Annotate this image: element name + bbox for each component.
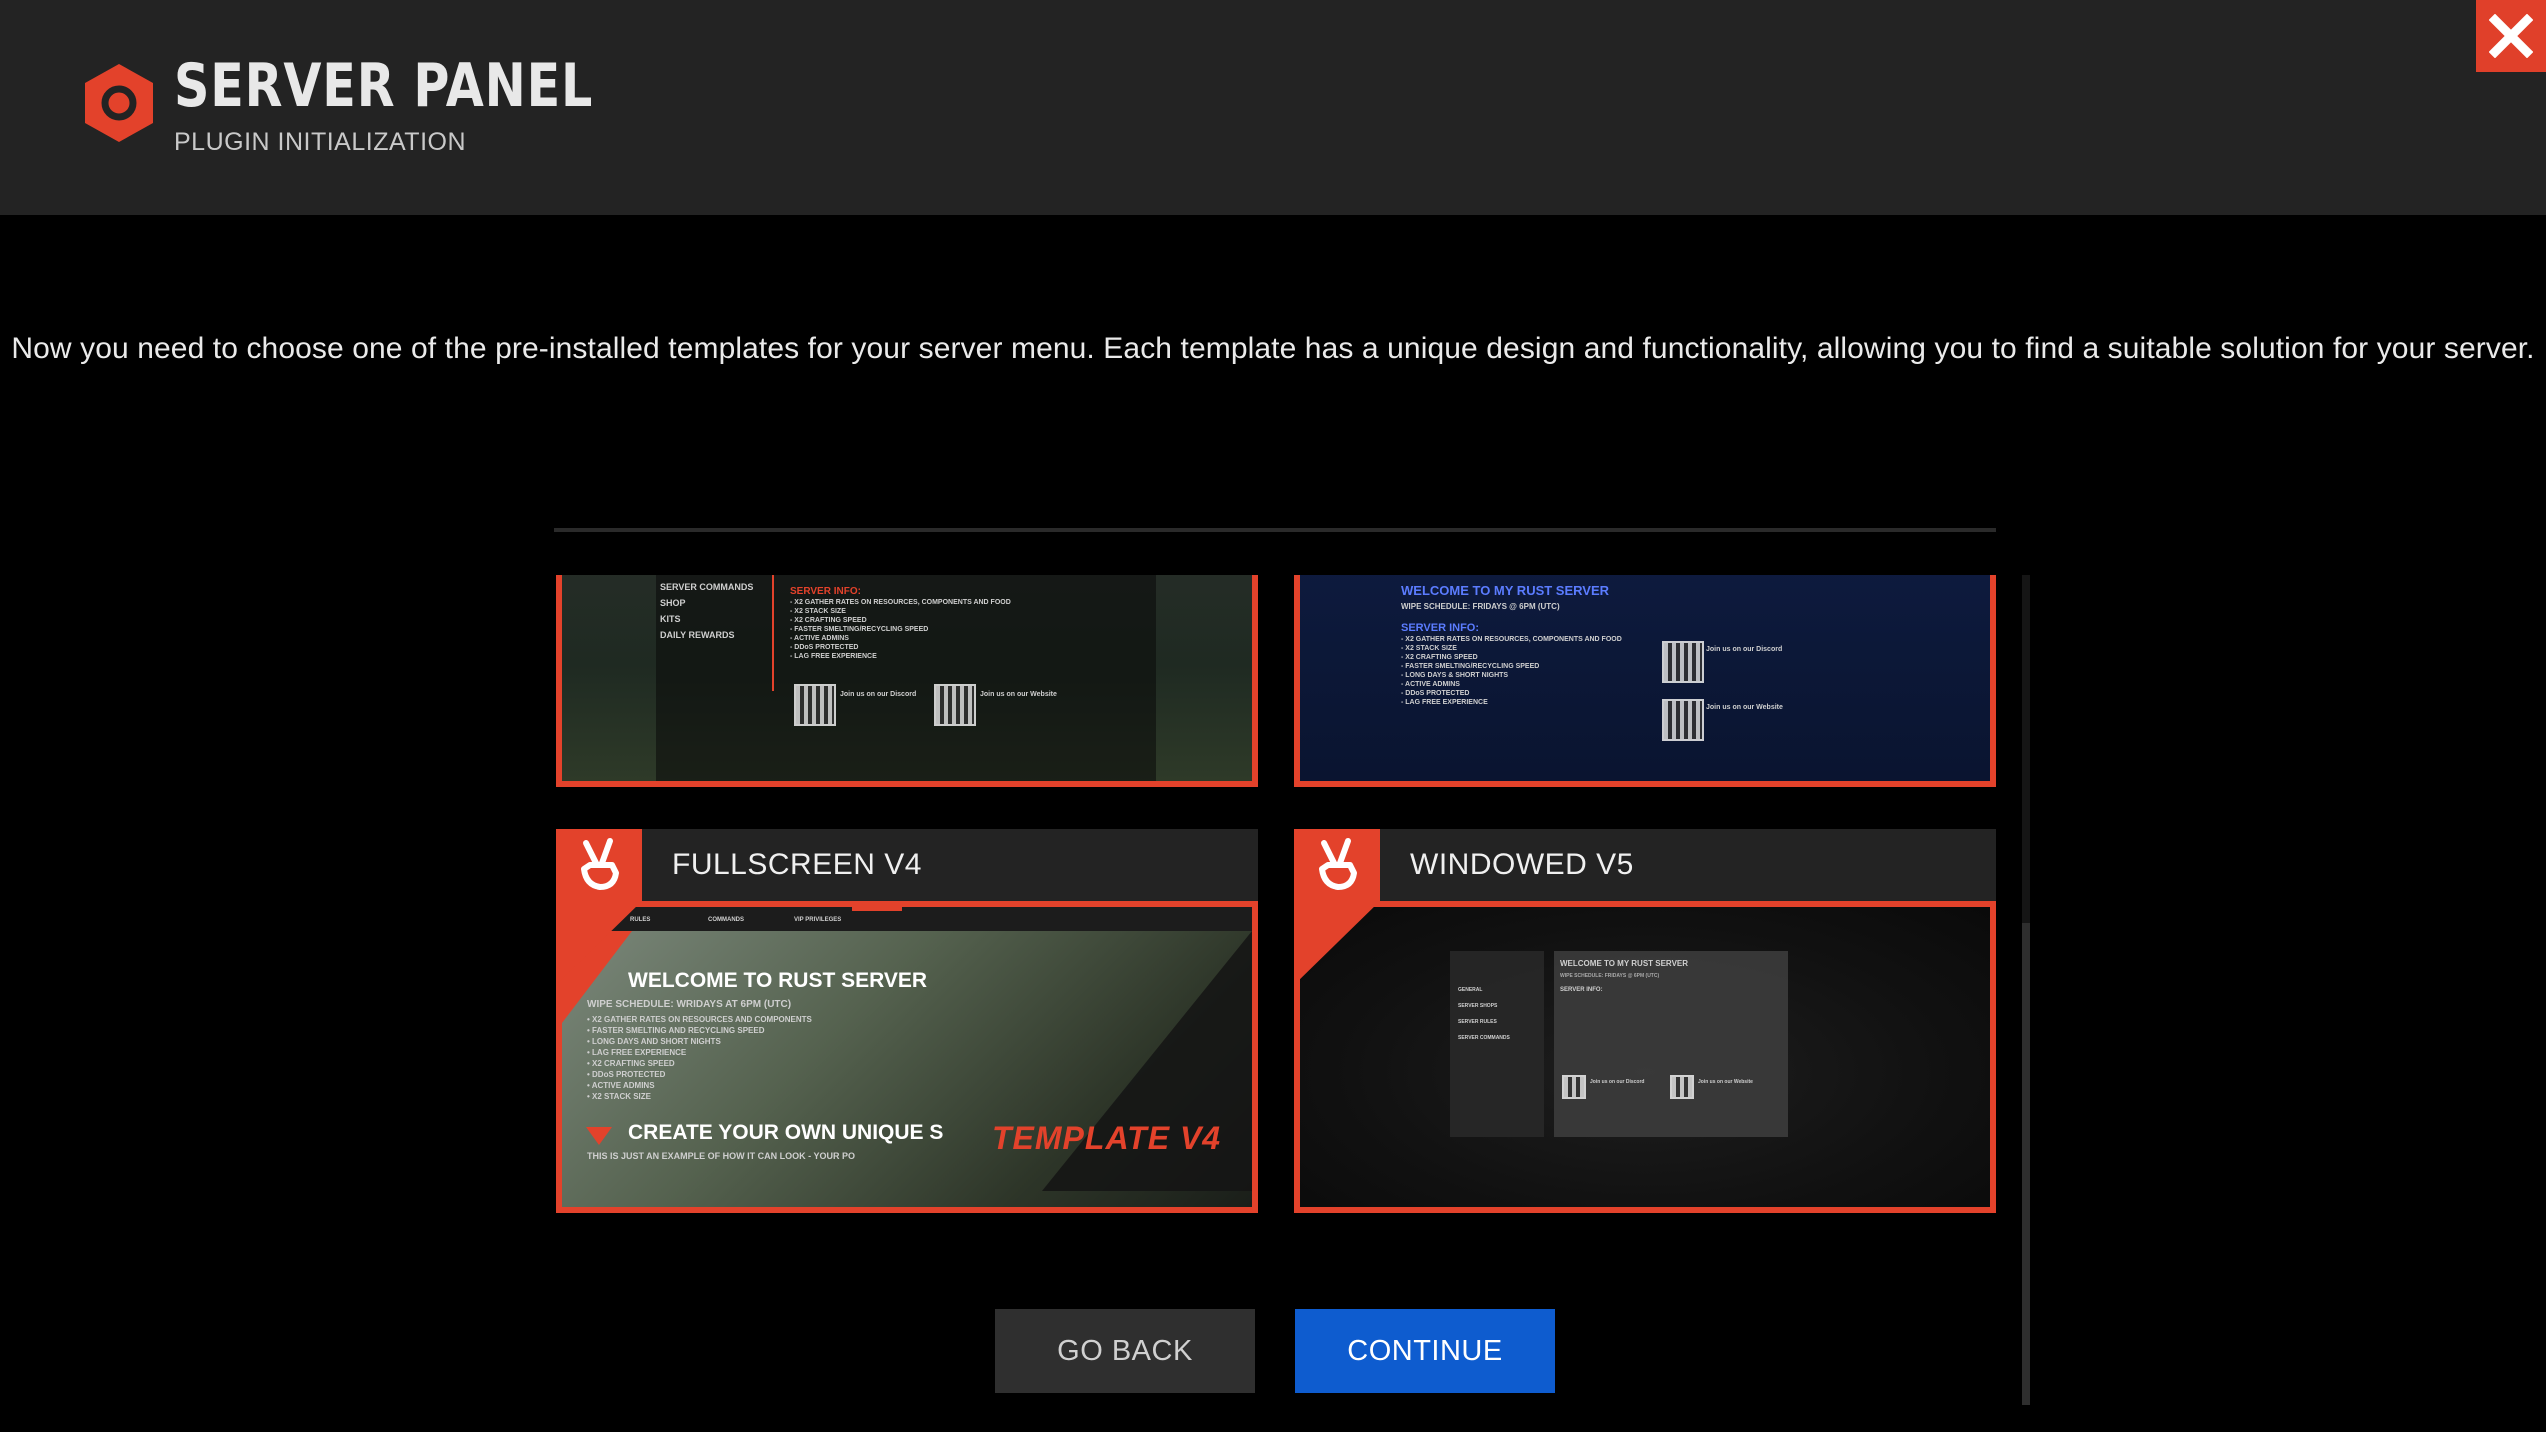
- info-line: - X2 CRAFTING SPEED: [1401, 654, 1478, 661]
- page-subtitle: PLUGIN INITIALIZATION: [174, 128, 467, 156]
- wipe-schedule: WIPE SCHEDULE: FRIDAYS @ 6PM (UTC): [1401, 602, 1560, 611]
- info-line: - LAG FREE EXPERIENCE: [790, 653, 877, 660]
- gem-icon: [586, 1127, 612, 1145]
- info-line: - X2 GATHER RATES ON RESOURCES, COMPONEN…: [790, 599, 1011, 606]
- menu-item: SERVER COMMANDS: [1458, 1035, 1510, 1041]
- info-title: SERVER INFO:: [1401, 622, 1480, 634]
- info-line: - ACTIVE ADMINS: [790, 635, 849, 642]
- wipe-schedule: WIPE SCHEDULE: WRIDAYS AT 6PM (UTC): [587, 999, 792, 1010]
- card-badge-corner: [1294, 901, 1380, 985]
- card-badge: [556, 829, 642, 901]
- welcome-heading: WELCOME TO MY RUST SERVER: [1560, 959, 1689, 968]
- close-x-icon: [2489, 14, 2533, 58]
- info-line: - FASTER SMELTING/RECYCLING SPEED: [1401, 663, 1540, 670]
- qr-code-icon: [794, 684, 836, 726]
- menu-item: DAILY REWARDS: [660, 630, 735, 640]
- menu-item: SERVER COMMANDS: [660, 582, 754, 592]
- hexagon-ring-logo: [85, 64, 153, 142]
- peace-hand-icon: [1319, 838, 1357, 890]
- info-line: - LONG DAYS & SHORT NIGHTS: [1401, 672, 1509, 679]
- qr-code-icon: [1670, 1075, 1694, 1099]
- qr-code-icon: [1662, 641, 1704, 683]
- instructions-text: Now you need to choose one of the pre-in…: [11, 332, 2535, 365]
- info-line: • X2 GATHER RATES ON RESOURCES AND COMPO…: [587, 1015, 812, 1024]
- info-line: • DDoS PROTECTED: [587, 1070, 666, 1079]
- info-line: • X2 STACK SIZE: [587, 1092, 651, 1101]
- card-header: [1294, 829, 1996, 901]
- template-watermark: TEMPLATE V4: [992, 1120, 1222, 1156]
- tab-vip-privileges: VIP PRIVILEGES: [794, 917, 842, 923]
- card-badge-corner: [556, 901, 642, 985]
- template-card-2[interactable]: WELCOME TO MY RUST SERVER WIPE SCHEDULE:…: [1294, 575, 1996, 787]
- info-line: • ACTIVE ADMINS: [587, 1081, 655, 1090]
- header-bar: SERVER PANEL PLUGIN INITIALIZATION: [0, 0, 2546, 215]
- menu-item: SERVER SHOPS: [1458, 1003, 1498, 1009]
- template-card-fullscreen-v4[interactable]: RULES COMMANDS VIP PRIVILEGES WELCOME TO…: [556, 829, 1258, 1213]
- info-line: • LAG FREE EXPERIENCE: [587, 1048, 687, 1057]
- example-text: THIS IS JUST AN EXAMPLE OF HOW IT CAN LO…: [587, 1151, 856, 1161]
- info-line: - LAG FREE EXPERIENCE: [1401, 699, 1488, 706]
- menu-item: SERVER RULES: [1458, 1019, 1497, 1025]
- discord-link: Join us on our Discord: [840, 691, 917, 698]
- website-link: Join us on our Website: [980, 691, 1057, 698]
- divider: [554, 528, 1996, 532]
- qr-code-icon: [934, 684, 976, 726]
- welcome-heading: WELCOME TO RUST SERVER: [628, 969, 928, 992]
- discord-link: Join us on our Discord: [1706, 646, 1783, 653]
- tab-commands: COMMANDS: [708, 917, 744, 923]
- menu-item: SHOP: [660, 598, 686, 608]
- continue-button[interactable]: CONTINUE: [1295, 1309, 1555, 1393]
- template-label: WINDOWED V5: [1410, 848, 1634, 881]
- info-line: - X2 STACK SIZE: [1401, 645, 1457, 652]
- menu-item: KITS: [660, 614, 681, 624]
- info-line: - X2 STACK SIZE: [790, 608, 846, 615]
- template-card-1[interactable]: SERVER COMMANDS SHOP KITS DAILY REWARDS …: [556, 575, 1258, 787]
- info-line: - ACTIVE ADMINS: [1401, 681, 1460, 688]
- info-line: - DDoS PROTECTED: [1401, 690, 1470, 697]
- info-line: - FASTER SMELTING/RECYCLING SPEED: [790, 626, 929, 633]
- card-badge: [1294, 829, 1380, 901]
- scrollbar-track[interactable]: [2022, 575, 2030, 1405]
- create-heading: CREATE YOUR OWN UNIQUE S: [628, 1121, 944, 1144]
- info-title: SERVER INFO:: [1560, 987, 1603, 993]
- info-line: • X2 CRAFTING SPEED: [587, 1059, 675, 1068]
- template-label: FULLSCREEN V4: [672, 848, 922, 881]
- website-link: Join us on our Website: [1706, 704, 1783, 711]
- info-line: • FASTER SMELTING AND RECYCLING SPEED: [587, 1026, 765, 1035]
- close-button[interactable]: [2476, 0, 2546, 72]
- peace-hand-icon: [581, 838, 619, 890]
- wipe-schedule: WIPE SCHEDULE: FRIDAYS @ 6PM (UTC): [1560, 973, 1660, 979]
- welcome-heading: WELCOME TO MY RUST SERVER: [1401, 583, 1610, 598]
- info-line: - DDoS PROTECTED: [790, 644, 859, 651]
- template-grid[interactable]: SERVER COMMANDS SHOP KITS DAILY REWARDS …: [554, 575, 1996, 1255]
- discord-link: Join us on our Discord: [1590, 1079, 1645, 1085]
- info-line: - X2 CRAFTING SPEED: [790, 617, 867, 624]
- website-link: Join us on our Website: [1698, 1079, 1753, 1085]
- info-title: SERVER INFO:: [790, 586, 861, 597]
- page-title: SERVER PANEL: [174, 51, 594, 121]
- menu-item: GENERAL: [1458, 987, 1483, 993]
- template-card-windowed-v5[interactable]: GENERAL SERVER SHOPS SERVER RULES SERVER…: [1294, 829, 1996, 1213]
- qr-code-icon: [1662, 699, 1704, 741]
- go-back-button[interactable]: GO BACK: [995, 1309, 1255, 1393]
- scrollbar-thumb[interactable]: [2022, 923, 2030, 1405]
- qr-code-icon: [1562, 1075, 1586, 1099]
- info-line: • LONG DAYS AND SHORT NIGHTS: [587, 1037, 721, 1046]
- info-line: - X2 GATHER RATES ON RESOURCES, COMPONEN…: [1401, 636, 1622, 643]
